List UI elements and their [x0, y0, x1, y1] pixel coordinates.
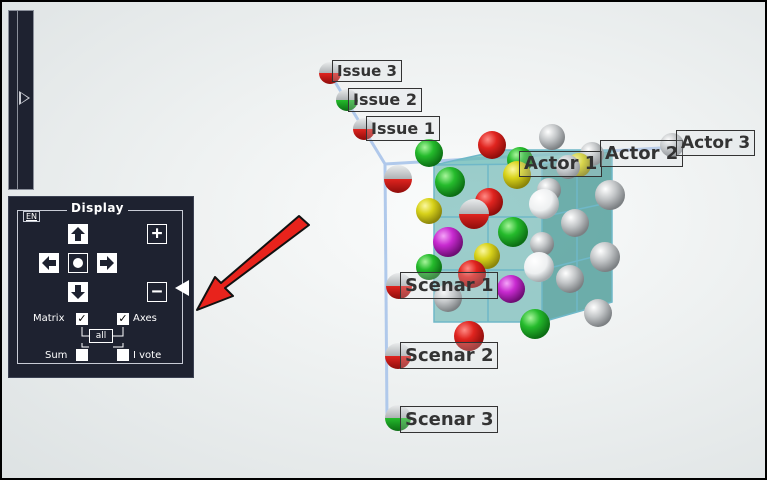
ivote-checkbox[interactable] — [117, 349, 129, 361]
side-panel-strip — [9, 11, 18, 189]
label-issue-3[interactable]: Issue 3 — [332, 60, 402, 82]
expand-arrow-icon[interactable] — [19, 91, 30, 105]
label-scenar-2[interactable]: Scenar 2 — [400, 342, 499, 369]
label-scenar-1[interactable]: Scenar 1 — [400, 272, 499, 299]
sum-label: Sum — [45, 350, 68, 361]
side-panel-toggle[interactable] — [8, 10, 34, 190]
ivote-label: I vote — [133, 350, 162, 361]
label-issue-2[interactable]: Issue 2 — [348, 88, 422, 112]
checkbox-connectors — [81, 327, 124, 348]
panel-pointer-notch — [175, 280, 189, 296]
label-actor-3[interactable]: Actor 3 — [676, 130, 756, 156]
label-scenar-3[interactable]: Scenar 3 — [400, 406, 499, 433]
label-actor-2[interactable]: Actor 2 — [600, 140, 684, 167]
label-issue-1[interactable]: Issue 1 — [366, 116, 440, 141]
label-actor-1[interactable]: Actor 1 — [519, 151, 603, 177]
display-panel: Display EN + − Matrix ✓ ✓ Axes all Sum I… — [8, 196, 194, 378]
visualization-viewport[interactable]: Issue 3 Issue 2 Issue 1 Actor 1 Actor 2 … — [0, 0, 767, 480]
red-pointer-arrow — [196, 215, 310, 311]
sum-checkbox[interactable] — [76, 349, 88, 361]
